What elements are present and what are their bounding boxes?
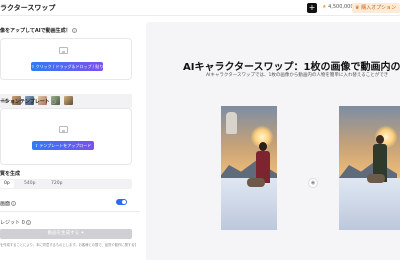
result-video-preview	[339, 106, 400, 230]
template-upload-dropzone[interactable]: ⇧ テンプレートをアップロード	[0, 108, 132, 165]
credit-cost: レジット 0i	[0, 219, 31, 226]
info-icon[interactable]: i	[11, 201, 17, 206]
sparkle-icon: ✦	[80, 231, 85, 236]
toggle-label: 画面 i	[0, 200, 17, 207]
credits-value: 4,500,000	[328, 4, 354, 10]
image-upload-dropzone[interactable]: ⇧ クリック / ドラッグ＆ドロップ / 貼り付け	[0, 38, 132, 80]
hero-subtitle: AIキャラクタースワップでは、1枚の画像から動画内の人物を簡単に入れ替えることが…	[206, 73, 389, 78]
source-video-preview	[221, 106, 277, 230]
info-icon[interactable]: i	[50, 99, 56, 104]
upgrade-label: 購入オプション	[361, 5, 397, 11]
generate-label: 動画を生成する	[47, 231, 80, 236]
crown-icon: ♛	[355, 5, 360, 11]
info-icon[interactable]: i	[71, 28, 77, 33]
subject-head	[259, 142, 267, 151]
template-button-label: テンプレートをアップロード	[39, 143, 92, 148]
toggle-label-text: 画面	[0, 201, 11, 207]
upload-section-title: 像をアップしてAIで動画生成！ i	[0, 27, 77, 34]
upload-template-button[interactable]: ⇧ テンプレートをアップロード	[32, 141, 94, 150]
setting-toggle[interactable]	[116, 199, 127, 205]
upload-image-button[interactable]: ⇧ クリック / ドラッグ＆ドロップ / 貼り付け	[31, 62, 111, 71]
video-icon	[59, 126, 68, 133]
app-title: ラクタースワップ	[0, 4, 56, 12]
eye-icon[interactable]: ◉	[308, 178, 318, 188]
divider	[0, 211, 140, 212]
resolution-option[interactable]: 540p	[24, 181, 35, 186]
info-icon[interactable]: i	[25, 220, 31, 225]
sample-thumb[interactable]	[64, 96, 73, 105]
template-section-title: ーションテンプレート i	[0, 98, 56, 105]
resolution-selector: 0p 540p 720p	[0, 179, 132, 189]
credit-cost-text: レジット 0	[0, 220, 25, 226]
credit-star-icon: ★	[322, 4, 327, 10]
preview-area: AIキャラクタースワップ：1枚の画像で動画内の人物 AIキャラクタースワップでは…	[146, 22, 400, 260]
credits-display[interactable]: ★ 4,500,000	[322, 4, 354, 10]
dog-figure	[367, 174, 385, 183]
settings-panel: 像をアップしてAIで動画生成！ i ⇧ クリック / ドラッグ＆ドロップ / 貼り…	[0, 16, 140, 260]
terms-note: を作成することにより、本に同意するものとします。お客様との間で、品質や動作に関す…	[0, 243, 136, 247]
generate-video-button[interactable]: 動画を生成する ✦	[0, 229, 132, 239]
image-icon	[59, 47, 68, 54]
resolution-option[interactable]: 720p	[51, 181, 62, 186]
upload-title-text: 像をアップしてAIで動画生成！	[0, 28, 71, 34]
upgrade-button[interactable]: ♛ 購入オプション	[352, 3, 400, 13]
dog-figure	[247, 178, 265, 187]
resolution-option[interactable]: 0p	[0, 180, 14, 188]
subject-head	[376, 135, 384, 144]
resolution-section-title: 質を生成	[0, 171, 21, 177]
hero-title: AIキャラクタースワップ：1枚の画像で動画内の人物	[183, 62, 400, 73]
subject-figure	[226, 112, 237, 134]
new-button[interactable]: +	[307, 3, 317, 13]
top-bar: ラクタースワップ + ★ 4,500,000 ♛ 購入オプション	[0, 0, 400, 16]
upload-button-label: クリック / ドラッグ＆ドロップ / 貼り付け	[35, 64, 112, 69]
template-title-text: ーションテンプレート	[0, 99, 50, 105]
